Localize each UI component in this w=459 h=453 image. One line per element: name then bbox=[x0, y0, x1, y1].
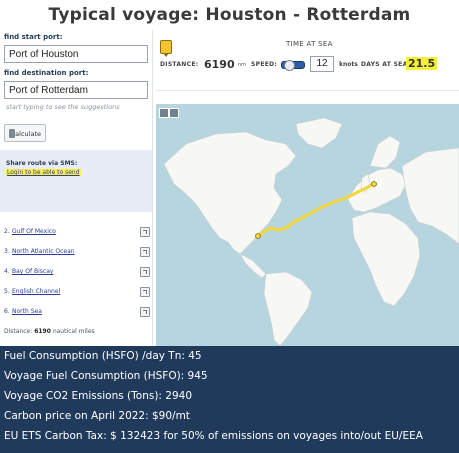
distance-unit: nm bbox=[238, 62, 247, 68]
sms-share-box: Share route via SMS: Login to be able to… bbox=[0, 150, 152, 212]
central-america-landmass bbox=[239, 253, 267, 279]
time-at-sea-heading: TIME AT SEA bbox=[286, 40, 333, 48]
speed-slider-knob[interactable] bbox=[284, 60, 295, 71]
waypoint-number: 5. bbox=[4, 288, 10, 295]
voyage-fuel-consumption: Voyage Fuel Consumption (HSFO): 945 bbox=[4, 370, 208, 382]
voyage-calculator: Typical voyage: Houston - Rotterdam find… bbox=[0, 0, 459, 453]
destination-port-label: find destination port: bbox=[4, 69, 89, 77]
map-pin-icon bbox=[160, 40, 172, 57]
days-at-sea-label: DAYS AT SEA: bbox=[361, 61, 411, 68]
calculate-button-label: calculate bbox=[11, 130, 41, 138]
days-at-sea-value: 21.5 bbox=[406, 57, 438, 70]
start-port-label: find start port: bbox=[4, 33, 63, 41]
waypoint-number: 4. bbox=[4, 268, 10, 275]
africa-landmass bbox=[351, 211, 421, 307]
distance-number: 6190 bbox=[34, 328, 51, 335]
waypoint-number: 2. bbox=[4, 228, 10, 235]
houston-port-marker bbox=[255, 233, 261, 239]
waypoint-arrow-icon[interactable] bbox=[140, 227, 150, 237]
europe-landmass bbox=[347, 167, 407, 213]
waypoint-number: 3. bbox=[4, 248, 10, 255]
destination-port-input[interactable]: Port of Rotterdam bbox=[4, 81, 148, 99]
route-sidebar: find start port: Port of Houston find de… bbox=[0, 30, 153, 346]
waypoint-item[interactable]: 6. North Sea bbox=[4, 306, 152, 320]
carbon-price: Carbon price on April 2022: $90/mt bbox=[4, 410, 190, 422]
waypoint-arrow-icon[interactable] bbox=[140, 287, 150, 297]
distance-suffix: nautical miles bbox=[52, 328, 95, 335]
waypoint-arrow-icon[interactable] bbox=[140, 307, 150, 317]
knots-label: knots bbox=[339, 61, 358, 68]
start-port-input[interactable]: Port of Houston bbox=[4, 45, 148, 63]
waypoint-item[interactable]: 2. Gulf Of Mexico bbox=[4, 226, 152, 240]
zoom-in-icon[interactable] bbox=[159, 108, 169, 118]
waypoint-arrow-icon[interactable] bbox=[140, 247, 150, 257]
waypoint-link[interactable]: English Channel bbox=[12, 288, 60, 295]
waypoint-link[interactable]: North Sea bbox=[12, 308, 42, 315]
sms-login-link[interactable]: Login to be able to send bbox=[6, 169, 81, 176]
suggestions-hint: start typing to see the suggestions bbox=[6, 103, 120, 111]
waypoint-item[interactable]: 4. Bay Of Biscay bbox=[4, 266, 152, 280]
total-distance: Distance: 6190 nautical miles bbox=[4, 328, 95, 335]
waypoint-number: 6. bbox=[4, 308, 10, 315]
waypoint-link[interactable]: North Atlantic Ocean bbox=[12, 248, 75, 255]
distance-prefix: Distance: bbox=[4, 328, 33, 335]
zoom-out-icon[interactable] bbox=[169, 108, 179, 118]
rotterdam-port-marker bbox=[371, 181, 377, 187]
time-at-sea-panel: TIME AT SEA DISTANCE: 6190 nm SPEED: 12 … bbox=[156, 30, 459, 91]
south-america-landmass bbox=[263, 271, 313, 346]
distance-value: 6190 bbox=[204, 58, 235, 71]
waypoint-arrow-icon[interactable] bbox=[140, 267, 150, 277]
speed-input[interactable]: 12 bbox=[310, 56, 334, 72]
world-map bbox=[163, 117, 459, 346]
distance-label: DISTANCE: bbox=[160, 61, 199, 68]
calculator-icon bbox=[9, 129, 15, 138]
fuel-consumption-per-day: Fuel Consumption (HSFO) /day Tn: 45 bbox=[4, 350, 202, 362]
speed-slider[interactable] bbox=[281, 60, 305, 71]
sms-share-title: Share route via SMS: bbox=[6, 160, 78, 167]
greenland-landmass bbox=[295, 117, 343, 149]
waypoint-link[interactable]: Bay Of Biscay bbox=[12, 268, 53, 275]
page-title: Typical voyage: Houston - Rotterdam bbox=[48, 5, 411, 25]
north-america-landmass bbox=[163, 131, 297, 255]
emissions-info-box: Fuel Consumption (HSFO) /day Tn: 45 Voya… bbox=[0, 346, 459, 453]
speed-label: SPEED: bbox=[251, 61, 278, 68]
route-map[interactable] bbox=[156, 104, 459, 346]
waypoint-link[interactable]: Gulf Of Mexico bbox=[12, 228, 56, 235]
waypoint-item[interactable]: 3. North Atlantic Ocean bbox=[4, 246, 152, 260]
eu-ets-carbon-tax: EU ETS Carbon Tax: $ 132423 for 50% of e… bbox=[4, 430, 423, 442]
waypoint-item[interactable]: 5. English Channel bbox=[4, 286, 152, 300]
voyage-co2-emissions: Voyage CO2 Emissions (Tons): 2940 bbox=[4, 390, 193, 402]
calculate-button[interactable]: calculate bbox=[4, 124, 46, 142]
scandinavia-landmass bbox=[369, 135, 401, 169]
